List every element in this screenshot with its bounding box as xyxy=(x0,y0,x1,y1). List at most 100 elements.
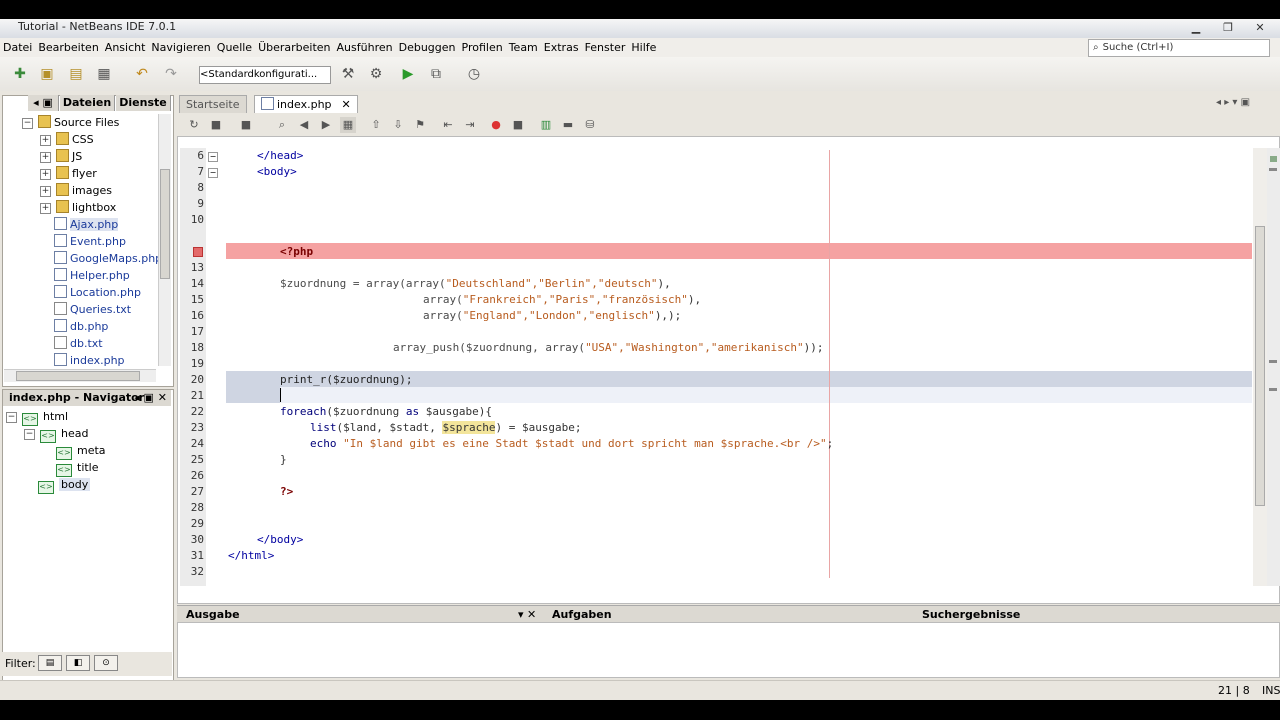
tree-root[interactable]: − Source Files xyxy=(6,114,166,131)
find-previous-icon[interactable]: ◀ xyxy=(296,117,312,133)
expand-icon[interactable]: + xyxy=(40,203,51,214)
tree-folder[interactable]: + JS xyxy=(6,148,166,165)
shift-right-icon[interactable]: ⇥ xyxy=(462,117,478,133)
panel-controls[interactable]: ◂ ▣ xyxy=(28,95,59,111)
tab-ausgabe[interactable]: Ausgabe xyxy=(186,606,240,623)
nav-item-head[interactable]: − <> head xyxy=(6,425,166,443)
comment-icon[interactable]: ▥ xyxy=(538,117,554,133)
menu-ausfuehren[interactable]: Ausführen xyxy=(334,38,396,57)
shift-left-icon[interactable]: ⇤ xyxy=(440,117,456,133)
profile-icon[interactable]: ◷ xyxy=(464,64,484,84)
tab-nav-controls[interactable]: ◂ ▸ ▾ ▣ xyxy=(1216,96,1276,110)
build-icon[interactable]: ⚒ xyxy=(338,64,358,84)
tree-folder[interactable]: + lightbox xyxy=(6,199,166,216)
save-all-icon[interactable]: ▦ xyxy=(94,64,114,84)
expand-icon[interactable]: + xyxy=(40,186,51,197)
collapse-icon[interactable]: − xyxy=(22,118,33,129)
filter-fields-icon[interactable]: ▤ xyxy=(38,655,62,671)
menu-navigieren[interactable]: Navigieren xyxy=(148,38,213,57)
tree-file[interactable]: Location.php xyxy=(6,284,166,301)
expand-icon[interactable]: + xyxy=(40,152,51,163)
tab-dienste[interactable]: Dienste xyxy=(116,95,171,111)
tree-file[interactable]: db.txt xyxy=(6,335,166,352)
nav-item-body[interactable]: <> body xyxy=(6,476,166,494)
menu-team[interactable]: Team xyxy=(506,38,541,57)
source-history-icon[interactable]: ↻ xyxy=(186,117,202,133)
menu-debuggen[interactable]: Debuggen xyxy=(396,38,459,57)
expand-icon[interactable]: + xyxy=(40,135,51,146)
menu-profilen[interactable]: Profilen xyxy=(459,38,506,57)
tree-file[interactable]: db.php xyxy=(6,318,166,335)
tree-file[interactable]: Queries.txt xyxy=(6,301,166,318)
menu-quelle[interactable]: Quelle xyxy=(214,38,255,57)
menu-ansicht[interactable]: Ansicht xyxy=(102,38,149,57)
tab-index-php[interactable]: index.php ✕ xyxy=(254,95,358,113)
tree-folder[interactable]: + flyer xyxy=(6,165,166,182)
minimize-button[interactable]: ▁ xyxy=(1186,20,1206,35)
run-icon[interactable]: ▶ xyxy=(398,64,418,84)
forward-icon[interactable]: ■ xyxy=(238,117,254,133)
stripe-mark[interactable] xyxy=(1269,360,1277,363)
tab-suchergebnisse[interactable]: Suchergebnisse xyxy=(922,606,1020,623)
collapse-icon[interactable]: − xyxy=(24,429,35,440)
fold-marker-icon[interactable]: − xyxy=(208,152,218,162)
tree-file[interactable]: index.php xyxy=(6,352,166,369)
files-hscroll-thumb[interactable] xyxy=(16,371,140,381)
start-macro-icon[interactable]: ● xyxy=(488,117,504,133)
undo-icon[interactable]: ↶ xyxy=(132,64,152,84)
files-scroll-thumb[interactable] xyxy=(160,169,170,279)
tree-folder[interactable]: + images xyxy=(6,182,166,199)
redo-icon[interactable]: ↷ xyxy=(161,64,181,84)
navigator-controls[interactable]: ◂ ▣ ✕ xyxy=(134,390,167,406)
toggle-highlight-icon[interactable]: ▦ xyxy=(340,117,356,133)
stripe-mark[interactable] xyxy=(1269,168,1277,171)
tree-file[interactable]: GoogleMaps.php xyxy=(6,250,166,267)
menu-extras[interactable]: Extras xyxy=(541,38,582,57)
menu-ueberarbeiten[interactable]: Überarbeiten xyxy=(255,38,333,57)
menu-datei[interactable]: Datei xyxy=(0,38,35,57)
files-hscrollbar[interactable] xyxy=(4,369,156,382)
filter-nonpublic-icon[interactable]: ⊙ xyxy=(94,655,118,671)
collapse-icon[interactable]: − xyxy=(6,412,17,423)
nav-item-meta[interactable]: <> meta xyxy=(6,442,166,460)
new-project-icon[interactable]: ▣ xyxy=(37,64,57,84)
tree-file[interactable]: Event.php xyxy=(6,233,166,250)
tab-aufgaben[interactable]: Aufgaben xyxy=(552,606,612,623)
tree-file[interactable]: Ajax.php xyxy=(6,216,166,233)
next-bookmark-icon[interactable]: ⇩ xyxy=(390,117,406,133)
find-icon[interactable]: ⌕ xyxy=(274,117,290,133)
database-icon[interactable]: ⛁ xyxy=(582,117,598,133)
open-project-icon[interactable]: ▤ xyxy=(66,64,86,84)
debug-icon[interactable]: ⧉ xyxy=(426,64,446,84)
nav-item-title[interactable]: <> title xyxy=(6,459,166,477)
maximize-button[interactable]: ❐ xyxy=(1218,20,1238,35)
find-next-icon[interactable]: ▶ xyxy=(318,117,334,133)
close-tab-icon[interactable]: ✕ xyxy=(342,98,351,111)
close-button[interactable]: ✕ xyxy=(1250,20,1270,35)
new-file-icon[interactable]: ✚ xyxy=(10,64,30,84)
menu-fenster[interactable]: Fenster xyxy=(582,38,629,57)
menu-bearbeiten[interactable]: Bearbeiten xyxy=(35,38,101,57)
menu-hilfe[interactable]: Hilfe xyxy=(628,38,659,57)
editor-scrollbar[interactable] xyxy=(1253,148,1267,586)
configuration-select[interactable]: <Standardkonfigurati... xyxy=(199,66,331,84)
expand-icon[interactable]: + xyxy=(40,169,51,180)
stripe-mark[interactable] xyxy=(1269,388,1277,391)
fold-marker-icon[interactable]: − xyxy=(208,168,218,178)
stop-macro-icon[interactable]: ■ xyxy=(510,117,526,133)
search-input[interactable]: ⌕ Suche (Ctrl+I) xyxy=(1088,39,1270,57)
back-icon[interactable]: ■ xyxy=(208,117,224,133)
tab-dateien[interactable]: Dateien xyxy=(60,95,115,111)
nav-item-html[interactable]: − <> html xyxy=(6,408,166,426)
tab-startseite[interactable]: Startseite xyxy=(179,95,247,113)
previous-bookmark-icon[interactable]: ⇧ xyxy=(368,117,384,133)
clean-build-icon[interactable]: ⚙ xyxy=(366,64,386,84)
uncomment-icon[interactable]: ▬ xyxy=(560,117,576,133)
toggle-bookmark-icon[interactable]: ⚑ xyxy=(412,117,428,133)
output-controls[interactable]: ▾ ✕ xyxy=(518,606,536,623)
tree-file[interactable]: Helper.php xyxy=(6,267,166,284)
files-scrollbar[interactable] xyxy=(158,114,171,366)
filter-static-icon[interactable]: ◧ xyxy=(66,655,90,671)
code-editor[interactable] xyxy=(180,148,1252,586)
tree-folder[interactable]: + CSS xyxy=(6,131,166,148)
